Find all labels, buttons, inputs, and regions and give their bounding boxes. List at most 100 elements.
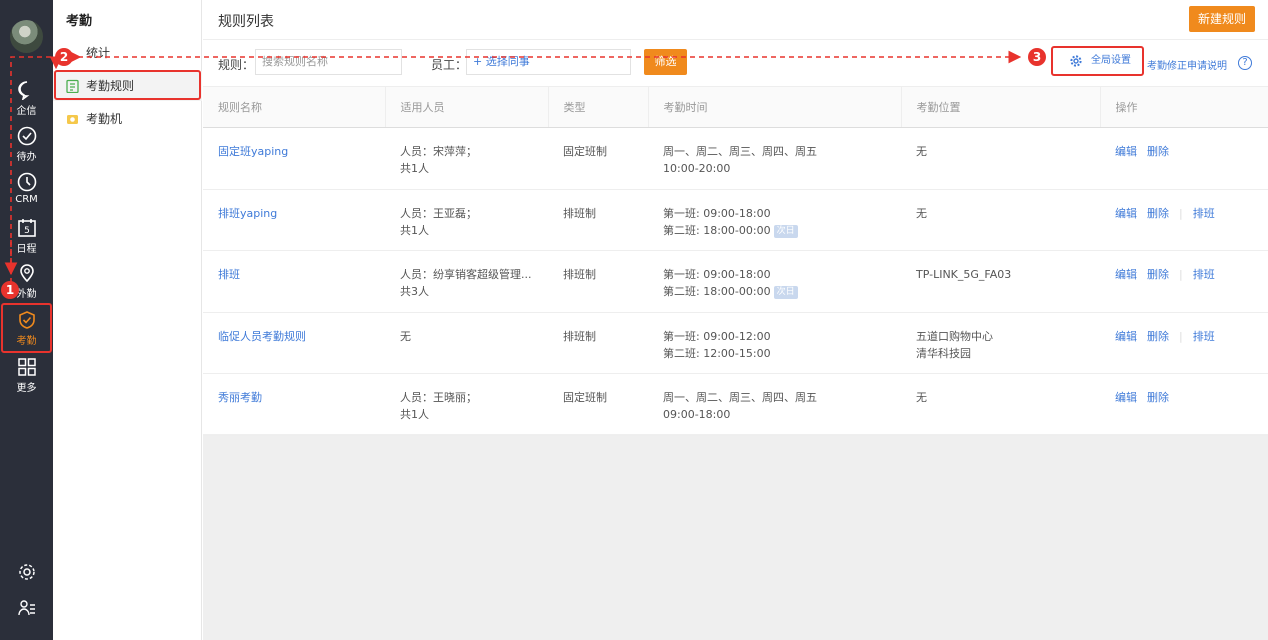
calendar-day: 5 (24, 226, 30, 236)
rule-name-link[interactable]: 固定班yaping (203, 127, 385, 190)
location-cell: 无 (901, 373, 1100, 436)
staff-line: 人员：纷享销客超级管理... (400, 268, 532, 282)
time-text: 第二班: 18:00-00:00 (663, 285, 771, 299)
rule-name-link[interactable]: 秀丽考勤 (203, 373, 385, 436)
location-pin-icon (19, 264, 34, 283)
new-rule-button[interactable]: 新建规则 (1189, 6, 1255, 32)
step-marker-3: 3 (1028, 48, 1046, 66)
rail-item-label: 更多 (16, 383, 37, 394)
staff-filter-label: 员工： (431, 58, 468, 72)
settings-button[interactable] (0, 563, 53, 581)
column-header: 规则名称 (203, 86, 385, 128)
rail-item-more[interactable]: 更多 (0, 357, 53, 394)
schedule-link[interactable]: 排班 (1193, 207, 1215, 220)
staff-count: 共1人 (400, 223, 429, 237)
location-cell: TP-LINK_5G_FA03 (901, 250, 1100, 313)
edit-link[interactable]: 编辑 (1115, 207, 1137, 220)
delete-link[interactable]: 删除 (1147, 391, 1169, 404)
avatar[interactable] (10, 20, 43, 53)
staff-count: 共3人 (400, 285, 429, 299)
staff-count: 共1人 (400, 162, 429, 175)
type-cell: 固定班制 (548, 127, 648, 190)
divider (203, 39, 1268, 40)
edit-link[interactable]: 编辑 (1115, 268, 1137, 281)
rail-item-crm[interactable]: CRM (0, 172, 53, 205)
schedule-link[interactable]: 排班 (1193, 268, 1215, 281)
rule-search-input[interactable]: 搜索规则名称 (255, 49, 402, 75)
edit-link[interactable]: 编辑 (1115, 330, 1137, 343)
type-cell: 排班制 (548, 250, 648, 313)
table-row: 临促人员考勤规则 无 排班制 第一班: 09:00-12:00 第二班: 12:0… (203, 312, 1268, 375)
schedule-link[interactable]: 排班 (1193, 330, 1215, 343)
rail-item-label: CRM (15, 194, 38, 205)
location-line: 清华科技园 (916, 346, 971, 360)
staff-cell: 无 (385, 312, 548, 375)
table-row: 固定班yaping 人员：宋萍萍； 共1人 固定班制 周一、周二、周三、周四、周五… (203, 127, 1268, 190)
table-row: 排班yaping 人员：王亚磊； 共1人 排班制 第一班: 09:00-18:00… (203, 189, 1268, 252)
separator: | (1179, 206, 1183, 220)
delete-link[interactable]: 删除 (1147, 207, 1169, 220)
time-text: 第二班: 18:00-00:00 (663, 223, 771, 237)
time-line: 周一、周二、周三、周四、周五 (663, 391, 817, 405)
select-colleague-field[interactable]: + 选择同事 (466, 49, 631, 75)
location-line: 无 (916, 391, 927, 405)
rail-item-label: 日程 (16, 244, 37, 255)
module-title: 考勤 (66, 14, 93, 29)
staff-line: 人员：宋萍萍； (400, 145, 477, 158)
staff-cell: 人员：纷享销客超级管理... 共3人 (385, 250, 548, 313)
type-cell: 排班制 (548, 189, 648, 252)
grid-icon (17, 358, 36, 376)
edit-link[interactable]: 编辑 (1115, 145, 1137, 158)
sidebar-item-label: 考勤机 (86, 112, 123, 126)
column-header: 操作 (1099, 86, 1268, 128)
location-line: 无 (916, 145, 927, 158)
step-marker-1: 1 (1, 281, 19, 299)
time-cell: 周一、周二、周三、周四、周五 09:00-18:00 (648, 373, 901, 436)
location-cell: 五道口购物中心 清华科技园 (901, 312, 1100, 375)
time-cell: 第一班: 09:00-12:00 第二班: 12:00-15:00 (648, 312, 901, 375)
staff-line: 人员：王晓丽； (400, 391, 477, 405)
calendar-icon: 5 (17, 219, 36, 237)
column-header: 考勤时间 (647, 86, 901, 128)
column-header: 适用人员 (384, 86, 548, 128)
user-list-icon (17, 600, 35, 616)
step-marker-2: 2 (55, 48, 73, 66)
user-list-button[interactable] (0, 599, 53, 617)
filter-button[interactable]: 筛选 (644, 49, 687, 75)
sidebar-item-attendance-machine[interactable]: 考勤机 (53, 104, 202, 134)
rule-name-link[interactable]: 临促人员考勤规则 (203, 312, 385, 375)
delete-link[interactable]: 删除 (1147, 145, 1169, 158)
location-cell: 无 (901, 189, 1100, 252)
ops-cell: 编辑 删除 | 排班 (1100, 312, 1268, 375)
staff-count: 共1人 (400, 408, 429, 422)
rail-item-qixin[interactable]: 企信 (0, 80, 53, 117)
table-header-row: 规则名称 适用人员 类型 考勤时间 考勤位置 操作 (203, 86, 1268, 128)
correction-note-link[interactable]: 考勤修正申请说明 (1147, 57, 1227, 72)
separator: | (1179, 268, 1183, 282)
edit-link[interactable]: 编辑 (1115, 391, 1137, 404)
time-line: 周一、周二、周三、周四、周五 (663, 145, 817, 158)
sidebar-item-label: 统计 (86, 46, 111, 60)
type-cell: 排班制 (548, 312, 648, 375)
sidebar-item-statistics[interactable]: 统计 (53, 38, 202, 68)
rule-name-link[interactable]: 排班yaping (203, 189, 385, 252)
chat-bubble-icon (17, 81, 29, 100)
delete-link[interactable]: 删除 (1147, 268, 1169, 281)
next-day-badge: 次日 (773, 286, 798, 300)
delete-link[interactable]: 删除 (1147, 330, 1169, 343)
ops-cell: 编辑 删除 | 排班 (1100, 189, 1268, 252)
rule-name-link[interactable]: 排班 (203, 250, 385, 313)
rail-item-todo[interactable]: 待办 (0, 126, 53, 163)
staff-line: 无 (400, 329, 411, 343)
clock-icon (17, 172, 36, 192)
column-header: 类型 (547, 86, 648, 128)
time-line: 第一班: 09:00-12:00 (663, 329, 771, 343)
ops-cell: 编辑 删除 (1100, 373, 1268, 436)
next-day-badge: 次日 (773, 224, 798, 238)
location-cell: 无 (901, 127, 1100, 190)
machine-icon (67, 115, 78, 124)
rail-item-schedule[interactable]: 5 日程 (0, 218, 53, 255)
ops-cell: 编辑 删除 (1100, 127, 1268, 190)
location-line: 无 (916, 206, 927, 220)
help-icon[interactable]: ? (1238, 56, 1252, 70)
